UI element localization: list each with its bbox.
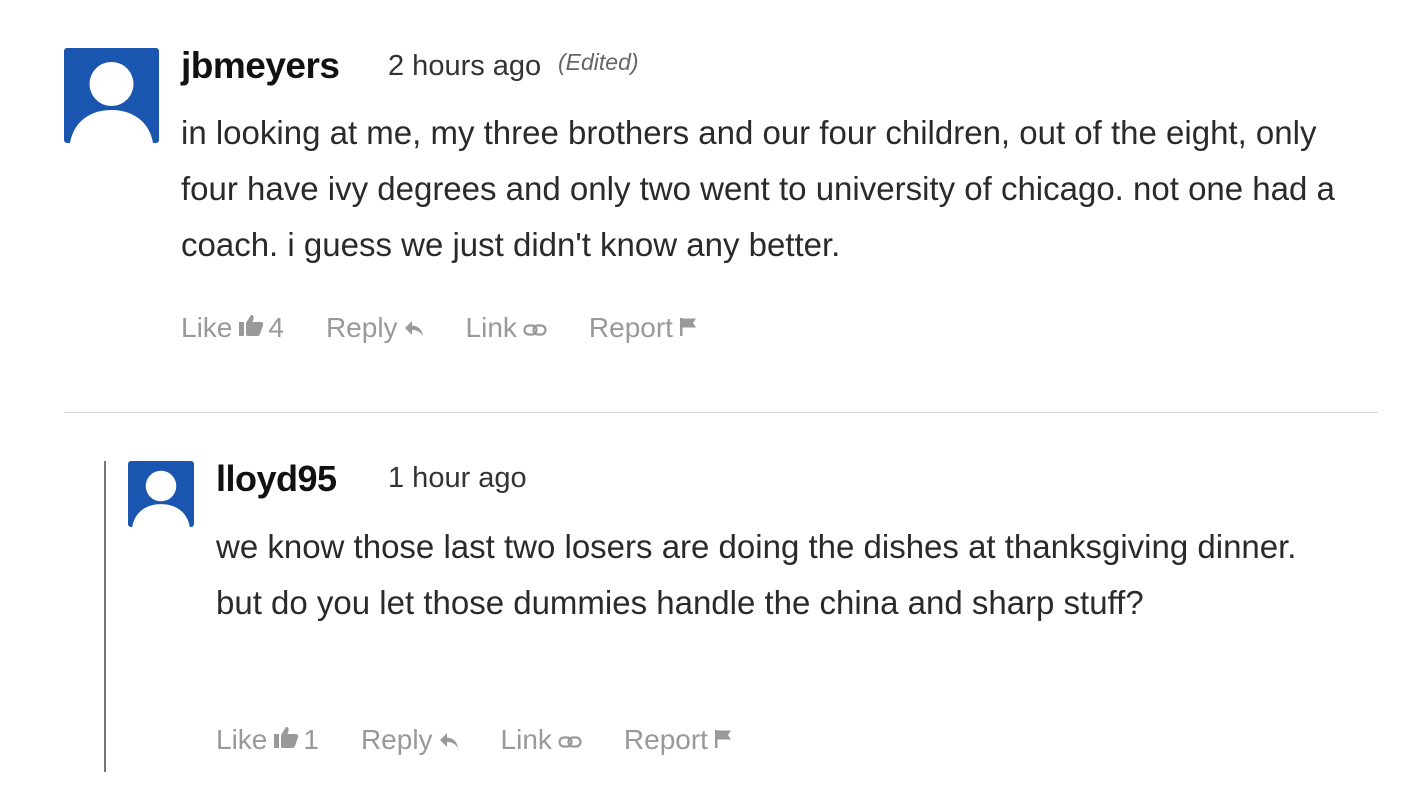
like-button[interactable]: Like 1: [216, 722, 319, 758]
comment-timestamp: 1 hour ago: [388, 462, 527, 494]
reply-label: Reply: [360, 724, 433, 755]
like-label: Like: [216, 724, 268, 755]
link-label: Link: [500, 724, 552, 755]
link-button[interactable]: Link: [501, 722, 582, 758]
user-silhouette-icon: [132, 470, 190, 527]
comment-text: in looking at me, my three brothers and …: [181, 114, 1335, 263]
comment-body: we know those last two losers are doing …: [216, 519, 1341, 631]
user-silhouette-icon: [70, 62, 153, 143]
comment-username[interactable]: lloyd95: [216, 457, 337, 501]
link-icon: [558, 722, 582, 758]
reply-label: Reply: [325, 312, 398, 343]
comment-divider: [64, 412, 1378, 413]
edited-badge: (Edited): [558, 49, 639, 75]
comment-timestamp: 2 hours ago: [388, 50, 542, 82]
comment-username[interactable]: jbmeyers: [181, 44, 340, 88]
thumbs-up-icon: [273, 722, 299, 758]
like-button[interactable]: Like 4: [181, 310, 284, 346]
reply-button[interactable]: Reply: [326, 310, 424, 346]
comment-actions: Like 4 Reply Link Report: [181, 310, 739, 346]
thumbs-up-icon: [238, 310, 264, 346]
link-icon: [523, 310, 547, 346]
link-label: Link: [465, 312, 517, 343]
report-button[interactable]: Report: [624, 722, 732, 758]
report-label: Report: [623, 724, 708, 755]
report-button[interactable]: Report: [589, 310, 697, 346]
avatar[interactable]: [128, 461, 194, 527]
flag-icon: [714, 722, 732, 758]
flag-icon: [679, 310, 697, 346]
reply-arrow-icon: [439, 722, 459, 758]
report-label: Report: [588, 312, 673, 343]
reply-arrow-icon: [404, 310, 424, 346]
reply-button[interactable]: Reply: [361, 722, 459, 758]
like-count: 4: [268, 312, 284, 343]
like-count: 1: [303, 724, 319, 755]
comment-actions: Like 1 Reply Link Report: [216, 722, 774, 758]
avatar[interactable]: [64, 48, 159, 143]
reply-thread-line: [104, 461, 106, 772]
comment-body: in looking at me, my three brothers and …: [181, 105, 1341, 273]
comment-text: we know those last two losers are doing …: [216, 528, 1297, 621]
like-label: Like: [181, 312, 233, 343]
link-button[interactable]: Link: [466, 310, 547, 346]
